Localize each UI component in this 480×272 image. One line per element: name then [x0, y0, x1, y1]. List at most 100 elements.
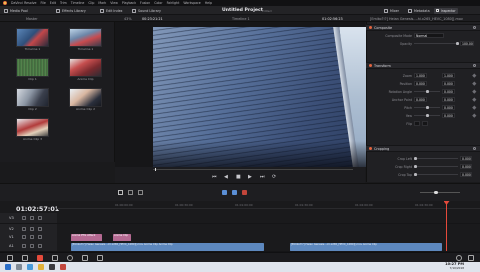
opacity-slider[interactable] — [414, 42, 459, 45]
section-enable-icon[interactable] — [369, 26, 372, 29]
anchor-y-value[interactable]: 0.000 — [442, 97, 455, 102]
track-header-a1[interactable]: A1 — [0, 241, 57, 252]
composite-section-header[interactable]: Composite — [366, 24, 480, 31]
lock-icon[interactable] — [22, 227, 26, 231]
lock-icon[interactable] — [22, 244, 26, 248]
slider-knob[interactable] — [426, 90, 429, 93]
sound-library-button[interactable]: Sound Library — [132, 8, 161, 14]
composite-mode-select[interactable]: Normal — [414, 33, 444, 38]
menu-clip[interactable]: Clip — [88, 1, 94, 5]
fusion-page-icon[interactable] — [52, 255, 58, 261]
reverse-play-button[interactable]: ◀ — [224, 174, 228, 180]
home-icon[interactable] — [456, 255, 462, 261]
menu-playback[interactable]: Playback — [122, 1, 136, 5]
menu-color[interactable]: Color — [154, 1, 162, 5]
section-enable-icon[interactable] — [369, 147, 372, 150]
slider-knob[interactable] — [426, 114, 429, 117]
audio-clip[interactable]: [Emiko?!?] Heian Genesis...-hi.x265_HEVC… — [71, 242, 264, 251]
keyframe-icon[interactable] — [472, 89, 477, 94]
skip-end-button[interactable]: ⏭ — [260, 174, 265, 180]
keyframe-icon[interactable] — [472, 113, 477, 118]
position-x-value[interactable]: 0.000 — [414, 81, 427, 86]
slider-knob[interactable] — [414, 173, 417, 176]
eye-icon[interactable] — [38, 227, 42, 231]
media-clip[interactable]: Anime Clip — [69, 58, 102, 81]
position-y-value[interactable]: 0.000 — [442, 81, 455, 86]
play-button[interactable]: ▶ — [248, 174, 252, 180]
cropping-section-header[interactable]: Cropping — [366, 145, 480, 152]
folder-icon[interactable] — [38, 264, 44, 270]
media-clip[interactable]: Clip 2 — [16, 88, 49, 111]
search-icon[interactable] — [16, 264, 22, 270]
link-icon[interactable] — [30, 235, 34, 239]
eye-icon[interactable] — [38, 216, 42, 220]
menu-fusion[interactable]: Fusion — [140, 1, 150, 5]
flip-h-button[interactable] — [414, 121, 420, 126]
mute-icon[interactable] — [30, 244, 34, 248]
rotation-slider[interactable] — [414, 90, 440, 93]
menu-timeline[interactable]: Timeline — [71, 1, 85, 5]
browser-icon[interactable] — [27, 264, 33, 270]
reset-icon[interactable] — [473, 26, 476, 29]
crop-left-slider[interactable] — [414, 157, 458, 160]
link-icon[interactable] — [30, 227, 34, 231]
media-clip[interactable]: Clip 1 — [16, 58, 49, 81]
anchor-x-value[interactable]: 0.000 — [414, 97, 427, 102]
crop-left-value[interactable]: 0.000 — [460, 156, 472, 161]
lock-icon[interactable] — [22, 235, 26, 239]
yaw-value[interactable]: 0.000 — [442, 113, 455, 118]
menu-trim[interactable]: Trim — [60, 1, 67, 5]
crop-top-value[interactable]: 0.000 — [460, 172, 472, 177]
blade-tool-icon[interactable] — [138, 190, 143, 195]
mixer-button[interactable]: Mixer — [384, 8, 399, 14]
slider-knob[interactable] — [434, 190, 438, 195]
cut-page-icon[interactable] — [22, 255, 28, 261]
color-page-icon[interactable] — [67, 255, 73, 261]
start-icon[interactable] — [5, 264, 11, 270]
playhead[interactable] — [446, 201, 447, 251]
zoom-y-value[interactable]: 1.000 — [442, 73, 455, 78]
slider-knob[interactable] — [456, 42, 459, 45]
fairlight-page-icon[interactable] — [82, 255, 88, 261]
menu-help[interactable]: Help — [205, 1, 212, 5]
flag-icon[interactable] — [242, 190, 247, 195]
reset-icon[interactable] — [473, 147, 476, 150]
rotation-value[interactable]: 0.000 — [442, 89, 455, 94]
track-header-v3[interactable]: V3 — [0, 213, 57, 224]
reset-icon[interactable] — [473, 64, 476, 67]
crop-right-value[interactable]: 0.000 — [460, 164, 472, 169]
solo-icon[interactable] — [38, 244, 42, 248]
menu-view[interactable]: View — [110, 1, 118, 5]
timeline-zoom-slider[interactable] — [420, 190, 460, 195]
media-clip[interactable]: Anime Clip 2 — [69, 88, 102, 111]
zoom-x-value[interactable]: 1.000 — [414, 73, 427, 78]
edit-page-icon[interactable] — [37, 255, 43, 261]
bin-name[interactable]: Master — [26, 17, 38, 21]
menu-mark[interactable]: Mark — [98, 1, 106, 5]
audio-clip[interactable]: [Emiko?!?] Heian Genesis...-hi.x265_HEVC… — [290, 242, 442, 251]
menu-fairlight[interactable]: Fairlight — [167, 1, 180, 5]
eye-icon[interactable] — [38, 235, 42, 239]
lock-icon[interactable] — [22, 216, 26, 220]
menu-app[interactable]: DaVinci Resolve — [11, 1, 36, 5]
settings-icon[interactable] — [468, 255, 474, 261]
stop-button[interactable]: ■ — [236, 174, 241, 180]
opacity-value[interactable]: 100.00 — [460, 41, 474, 46]
keyframe-icon[interactable] — [472, 73, 477, 78]
effects-library-button[interactable]: Effects Library — [56, 8, 86, 14]
inspector-button[interactable]: Inspector — [434, 7, 458, 14]
timeline-name[interactable]: Timeline 1 — [232, 17, 250, 21]
keyframe-icon[interactable] — [472, 105, 477, 110]
keyframe-icon[interactable] — [472, 97, 477, 102]
pitch-slider[interactable] — [414, 106, 440, 109]
resolve-taskbar-icon[interactable] — [49, 264, 55, 270]
linked-selection-icon[interactable] — [232, 190, 237, 195]
slider-knob[interactable] — [414, 157, 417, 160]
menu-edit[interactable]: Edit — [50, 1, 56, 5]
trim-tool-icon[interactable] — [128, 190, 133, 195]
menu-file[interactable]: File — [40, 1, 45, 5]
edit-index-button[interactable]: Edit Index — [100, 8, 123, 14]
yaw-slider[interactable] — [414, 114, 440, 117]
video-frame[interactable] — [153, 27, 367, 167]
media-page-icon[interactable] — [7, 255, 13, 261]
